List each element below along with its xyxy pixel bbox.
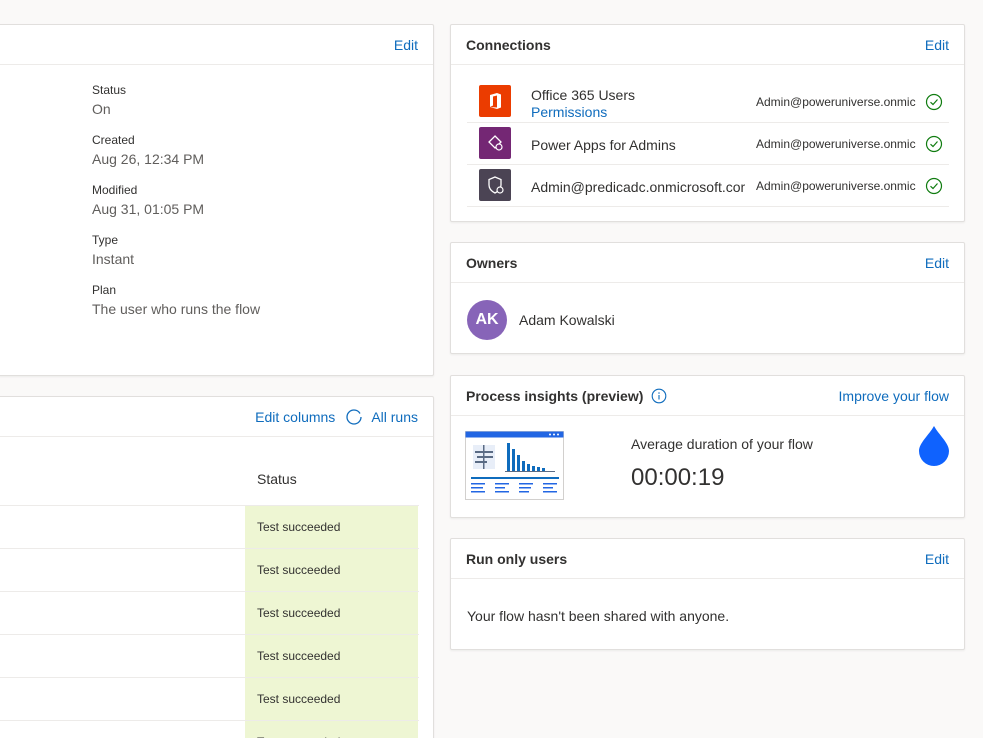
connection-row-admin-account[interactable]: Admin@predicadc.onmicrosoft.com Admin@po… [467,165,949,207]
connection-row-powerapps-admins[interactable]: Power Apps for Admins Admin@powerunivers… [467,123,949,165]
connection-account: Admin@poweruniverse.onmic [756,95,916,109]
detail-plan: Plan The user who runs the flow [92,282,260,318]
run-status-cell: Test succeeded [245,549,418,592]
detail-label: Status [92,83,127,97]
detail-modified: Modified Aug 31, 01:05 PM [92,182,204,218]
improve-flow-link[interactable]: Improve your flow [839,388,949,404]
runonly-message: Your flow hasn't been shared with anyone… [467,608,730,624]
detail-label: Modified [92,183,138,197]
connection-name: Office 365 Users [531,87,636,103]
connection-account: Admin@poweruniverse.onmic [756,137,916,151]
office-icon [479,85,511,117]
connection-name: Power Apps for Admins [531,137,676,153]
detail-value: The user who runs the flow [92,301,261,317]
table-row[interactable]: Test succeeded [0,677,419,721]
connections-title: Connections [466,36,551,53]
detail-type: Type Instant [92,232,134,268]
powerapps-admin-icon [479,127,511,159]
info-icon[interactable] [651,388,667,404]
insights-title: Process insights (preview) [466,387,644,404]
run-status-cell: Test succeeded [245,592,418,635]
detail-value: Aug 26, 12:34 PM [92,151,205,167]
table-row[interactable]: Test succeeded [0,634,419,678]
table-row[interactable]: Test succeeded [0,591,419,635]
edit-columns-link[interactable]: Edit columns [255,409,335,425]
connection-row-office365[interactable]: Office 365 Users Permissions Admin@power… [467,81,949,123]
runs-table: Test succeeded Test succeeded Test succe… [0,505,419,738]
runonly-title: Run only users [466,550,568,567]
shield-admin-icon [479,169,511,201]
owners-edit-link[interactable]: Edit [925,255,949,271]
connections-header: Connections Edit [451,25,964,65]
detail-label: Plan [92,283,117,297]
detail-created: Created Aug 26, 12:34 PM [92,132,204,168]
table-row[interactable]: Test succeeded [0,548,419,592]
flow-details-card: Edit Status On Created Aug 26, 12:34 PM … [0,24,434,376]
owners-title: Owners [466,254,518,271]
detail-label: Type [92,233,119,247]
details-edit-link[interactable]: Edit [394,37,418,53]
refresh-icon[interactable] [345,408,363,426]
owner-name: Adam Kowalski [519,312,615,328]
permissions-link[interactable]: Permissions [531,104,607,120]
owners-header: Owners Edit [451,243,964,283]
run-status-cell: Test succeeded [245,721,418,738]
connections-edit-link[interactable]: Edit [925,37,949,53]
check-circle-icon [925,177,943,195]
average-duration-value: 00:00:19 [631,464,725,491]
table-row[interactable]: Test succeeded [0,505,419,549]
detail-label: Created [92,133,135,147]
avatar: AK [467,300,507,340]
all-runs-link[interactable]: All runs [371,409,418,425]
check-circle-icon [925,93,943,111]
process-insights-card: Process insights (preview) Improve your … [450,375,965,518]
water-drop-icon [917,424,951,466]
detail-value: Instant [92,251,135,267]
check-circle-icon [925,135,943,153]
run-status-cell: Test succeeded [245,635,418,678]
table-row[interactable]: Test succeeded [0,720,419,738]
runs-card: Edit columns All runs Status Test succee… [0,396,434,738]
detail-value: On [92,101,111,117]
status-column-header[interactable]: Status [257,471,297,487]
run-status-cell: Test succeeded [245,678,418,721]
runonly-header: Run only users Edit [451,539,964,579]
insights-chart-thumbnail-icon [465,431,565,501]
connection-account: Admin@poweruniverse.onmic [756,179,916,193]
connections-card: Connections Edit Office 365 Users Permis… [450,24,965,222]
owners-card: Owners Edit AK Adam Kowalski [450,242,965,354]
average-duration-label: Average duration of your flow [631,436,813,452]
run-only-users-card: Run only users Edit Your flow hasn't bee… [450,538,965,650]
insights-header: Process insights (preview) Improve your … [451,376,964,416]
runonly-edit-link[interactable]: Edit [925,551,949,567]
detail-value: Aug 31, 01:05 PM [92,201,205,217]
runs-header: Edit columns All runs [0,397,433,437]
details-header: Edit [0,25,433,65]
detail-status: Status On [92,82,126,118]
connection-name: Admin@predicadc.onmicrosoft.com [531,179,745,195]
run-status-cell: Test succeeded [245,506,418,549]
